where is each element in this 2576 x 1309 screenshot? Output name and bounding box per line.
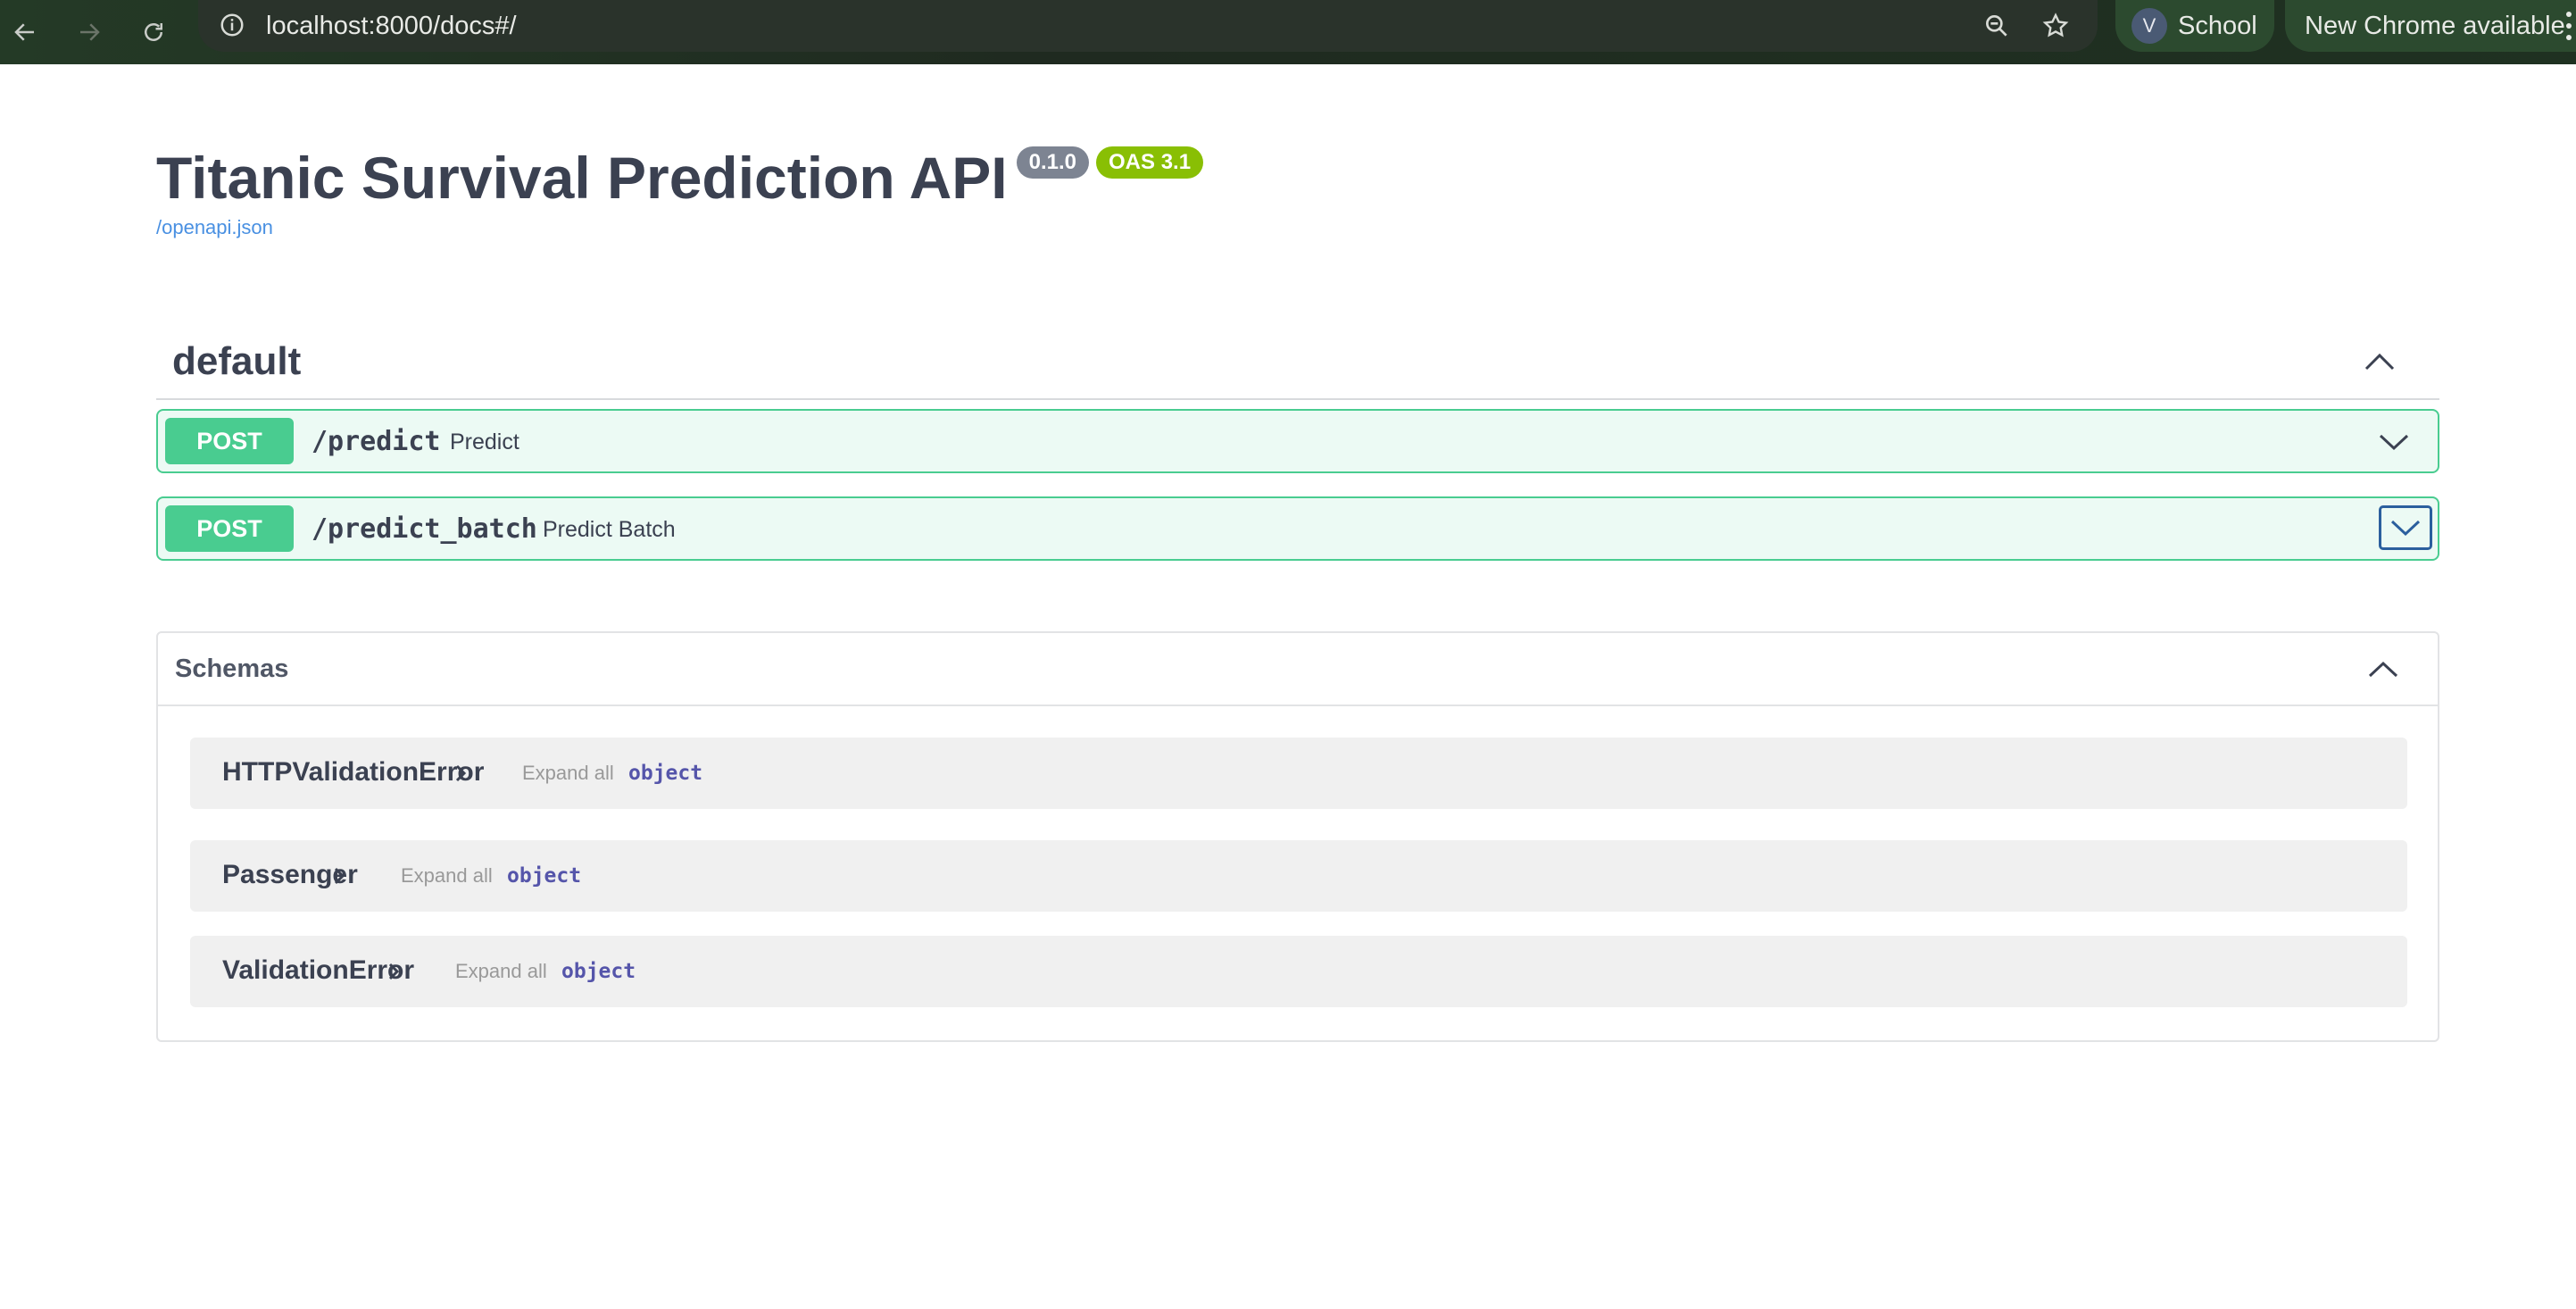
tag-section-default: default bbox=[156, 323, 2439, 400]
chevron-right-icon[interactable] bbox=[328, 863, 351, 888]
forward-button[interactable] bbox=[64, 7, 114, 57]
profile-name: School bbox=[2178, 12, 2257, 40]
chevron-right-icon[interactable] bbox=[382, 959, 405, 984]
model-type: object bbox=[628, 762, 703, 785]
operation-post-predict-batch[interactable]: POST /predict_batch Predict Batch bbox=[156, 496, 2439, 561]
version-badge: 0.1.0 bbox=[1016, 146, 1090, 179]
operation-path[interactable]: /predict bbox=[312, 420, 441, 464]
chevron-down-icon[interactable] bbox=[2379, 505, 2432, 550]
schemas-header[interactable]: Schemas bbox=[158, 633, 2438, 706]
forward-arrow-icon bbox=[80, 23, 100, 41]
api-title-block: Titanic Survival Prediction API 0.1.0 OA… bbox=[156, 143, 1204, 214]
zoom-out-icon[interactable] bbox=[1976, 5, 2017, 46]
url-text[interactable]: localhost:8000/docs#/ bbox=[266, 7, 517, 45]
method-badge: POST bbox=[165, 418, 294, 464]
oas-badge: OAS 3.1 bbox=[1096, 146, 1204, 179]
site-info-icon[interactable] bbox=[214, 7, 250, 43]
browser-toolbar: localhost:8000/docs#/ V School New Chrom… bbox=[0, 0, 2576, 64]
collapse-chevron-up-icon[interactable] bbox=[2363, 649, 2404, 690]
update-label: New Chrome available bbox=[2305, 12, 2565, 40]
more-menu-icon[interactable] bbox=[2562, 9, 2576, 43]
back-button[interactable] bbox=[0, 7, 50, 57]
expand-all-button[interactable]: Expand all bbox=[401, 855, 493, 897]
address-bar[interactable]: localhost:8000/docs#/ bbox=[198, 0, 2098, 52]
method-badge: POST bbox=[165, 505, 294, 552]
profile-button[interactable]: V School bbox=[2115, 0, 2274, 52]
reload-button[interactable] bbox=[129, 7, 179, 57]
operation-summary: Predict Batch bbox=[543, 517, 676, 542]
collapse-chevron-up-icon[interactable] bbox=[2359, 341, 2400, 382]
schemas-title: Schemas bbox=[175, 654, 289, 683]
model-type: object bbox=[561, 960, 636, 983]
model-httpvalidationerror[interactable]: HTTPValidationError Expand all object bbox=[190, 738, 2407, 809]
schemas-section: Schemas HTTPValidationError Expand all o… bbox=[156, 631, 2439, 1042]
openapi-spec-link[interactable]: /openapi.json bbox=[156, 216, 273, 239]
tag-name: default bbox=[172, 339, 302, 383]
model-type: object bbox=[507, 864, 582, 888]
chrome-update-button[interactable]: New Chrome available bbox=[2285, 0, 2576, 52]
operation-summary: Predict bbox=[450, 429, 519, 454]
model-validationerror[interactable]: ValidationError Expand all object bbox=[190, 936, 2407, 1007]
bookmark-star-icon[interactable] bbox=[2035, 5, 2076, 46]
reload-icon bbox=[145, 23, 162, 41]
back-arrow-icon bbox=[14, 23, 34, 41]
operation-post-predict[interactable]: POST /predict Predict bbox=[156, 409, 2439, 473]
chevron-down-icon[interactable] bbox=[2373, 421, 2414, 463]
model-name[interactable]: HTTPValidationError bbox=[222, 752, 484, 793]
page-title: Titanic Survival Prediction API bbox=[156, 145, 1008, 211]
avatar: V bbox=[2131, 8, 2167, 44]
chevron-right-icon[interactable] bbox=[449, 761, 472, 786]
expand-all-button[interactable]: Expand all bbox=[455, 950, 547, 993]
tag-header[interactable]: default bbox=[156, 323, 2439, 400]
expand-all-button[interactable]: Expand all bbox=[522, 752, 614, 795]
operation-path[interactable]: /predict_batch bbox=[312, 507, 537, 552]
model-passenger[interactable]: Passenger Expand all object bbox=[190, 840, 2407, 912]
